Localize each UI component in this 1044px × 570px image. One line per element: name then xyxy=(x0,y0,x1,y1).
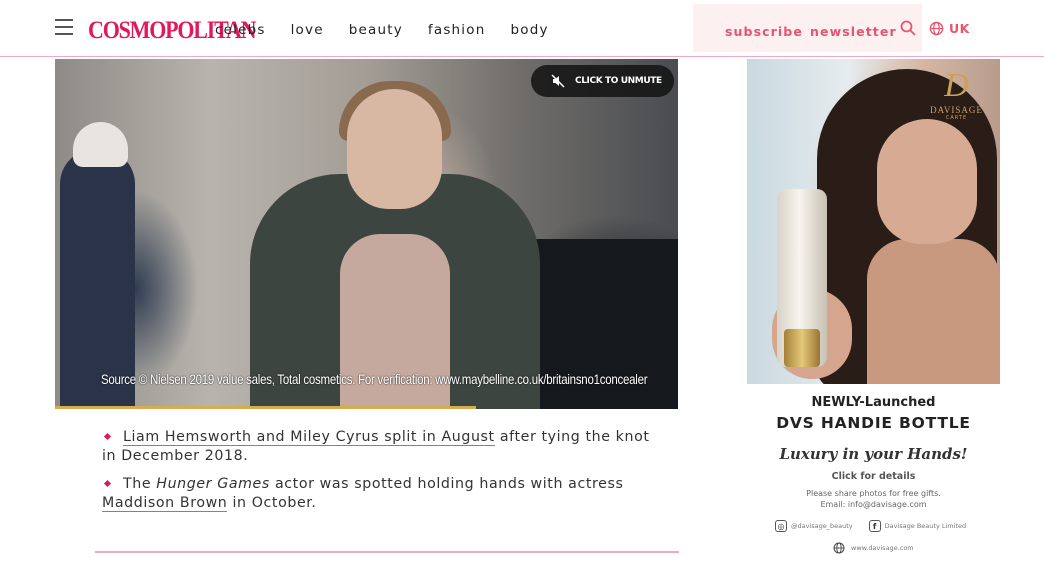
search-icon[interactable] xyxy=(900,20,916,36)
video-caption: Source © Nielsen 2019 value sales, Total… xyxy=(101,371,648,387)
list-item: Liam Hemsworth and Miley Cyrus split in … xyxy=(102,429,650,464)
ad-email: Email: info@davisage.com xyxy=(820,500,927,509)
nav-item-love[interactable]: love xyxy=(291,22,324,38)
bullet-diamond-icon xyxy=(103,432,112,440)
nav-item-celebs[interactable]: celebs xyxy=(215,22,266,38)
ad-note: Please share photos for free gifts. xyxy=(806,489,941,498)
globe-icon xyxy=(929,21,944,36)
muted-speaker-icon xyxy=(551,74,565,88)
instagram-icon: ◎ xyxy=(775,520,787,532)
article-link-split[interactable]: Liam Hemsworth and Miley Cyrus split in … xyxy=(123,429,495,446)
facebook-icon: f xyxy=(868,520,881,532)
site-header: COSMOPOLITAN celebs love beauty fashion … xyxy=(0,0,1044,57)
ad-tagline: Luxury in your Hands! xyxy=(779,445,968,463)
region-selector[interactable]: UK xyxy=(929,21,970,36)
ad-image: D DAVISAGE CARTE xyxy=(747,59,1000,384)
region-label: UK xyxy=(949,21,970,36)
video-player[interactable]: CLICK TO UNMUTE Source © Nielsen 2019 va… xyxy=(55,59,678,409)
article-link-maddison-brown[interactable]: Maddison Brown xyxy=(102,495,228,512)
section-divider xyxy=(95,551,679,553)
ad-website: www.davisage.com xyxy=(833,542,914,554)
menu-icon[interactable] xyxy=(55,19,73,35)
subscribe-link[interactable]: subscribe xyxy=(725,24,803,39)
unmute-label: CLICK TO UNMUTE xyxy=(575,76,662,86)
globe-icon xyxy=(833,542,845,554)
sidebar-advertisement[interactable]: D DAVISAGE CARTE NEWLY-Launched DVS HAND… xyxy=(747,59,1000,564)
nav-item-body[interactable]: body xyxy=(510,22,548,38)
header-actions: subscribe newsletter xyxy=(693,4,922,52)
main-nav: celebs love beauty fashion body xyxy=(215,22,574,38)
unmute-button[interactable]: CLICK TO UNMUTE xyxy=(531,65,674,97)
ad-cta[interactable]: Click for details xyxy=(747,471,1000,482)
nav-item-beauty[interactable]: beauty xyxy=(349,22,403,38)
video-progress-bar[interactable] xyxy=(55,406,476,409)
ad-headline: NEWLY-Launched xyxy=(811,395,936,410)
newsletter-link[interactable]: newsletter xyxy=(810,24,897,39)
ad-brand-logo: D DAVISAGE CARTE xyxy=(930,67,983,121)
article-bullets: Liam Hemsworth and Miley Cyrus split in … xyxy=(102,428,662,522)
nav-item-fashion[interactable]: fashion xyxy=(428,22,486,38)
bullet-diamond-icon xyxy=(103,479,112,487)
video-frame xyxy=(60,149,135,409)
list-item: The Hunger Games actor was spotted holdi… xyxy=(102,476,624,512)
ad-social-links: ◎ @davisage_beauty f Davisage Beauty Lim… xyxy=(775,520,966,532)
ad-product-name: DVS HANDIE BOTTLE xyxy=(776,414,971,432)
